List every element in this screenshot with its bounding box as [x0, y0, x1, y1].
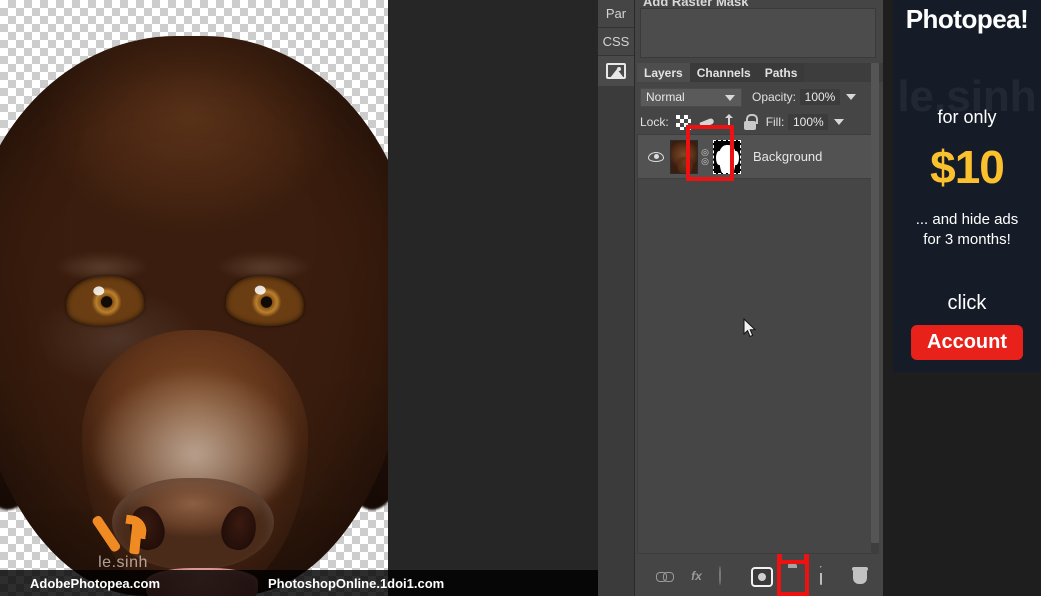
account-button[interactable]: Account [911, 325, 1023, 360]
adjustment-layer-button[interactable] [719, 565, 738, 586]
tab-channels[interactable]: Channels [689, 63, 758, 82]
add-mask-button[interactable] [751, 566, 775, 587]
chevron-down-icon [725, 94, 735, 101]
right-dock: Add Raster Mask Layers Channels Paths No… [635, 0, 883, 596]
ad-subtext-line2: for 3 months! [923, 231, 1011, 248]
table-row[interactable]: ◎ ◎ Background [638, 135, 875, 179]
blend-opacity-row: Normal Opacity: 100% [637, 86, 883, 108]
delete-layer-button[interactable] [852, 567, 871, 586]
blend-mode-value: Normal [646, 90, 685, 104]
logo-hook-shape [123, 514, 149, 540]
lock-label: Lock: [640, 115, 669, 129]
sidebar-tab-par-label: Par [605, 6, 627, 21]
dog-brow-left [54, 252, 150, 278]
fill-input[interactable]: 100% [788, 114, 829, 130]
half-circle-icon [719, 565, 721, 585]
annotation-line-right [804, 554, 809, 564]
annotation-line-left [777, 554, 782, 564]
dog-brow-right [216, 252, 312, 278]
new-layer-icon [820, 565, 822, 585]
lock-all-icon[interactable] [743, 114, 758, 130]
ad-title: Photopea! [905, 4, 1029, 34]
link-layers-button[interactable] [655, 567, 674, 586]
link-icon [655, 572, 674, 582]
tab-layers-label: Layers [644, 65, 683, 80]
layer-name[interactable]: Background [753, 149, 822, 164]
opacity-input[interactable]: 100% [800, 89, 841, 105]
advertisement-panel[interactable]: le.sinh Photopea! for only $10 ... and h… [893, 0, 1041, 372]
sidebar-tab-image[interactable] [598, 56, 634, 86]
mask-icon [751, 566, 773, 587]
dock-scrollbar[interactable] [871, 63, 879, 554]
layer-styles-button[interactable]: fx [687, 567, 706, 586]
annotation-box-mask-thumbnail [686, 125, 734, 181]
dog-photo-layer [0, 0, 388, 596]
mask-dot [758, 572, 766, 581]
lock-row: Lock: Fill: 100% [637, 111, 883, 133]
photopea-window: le.sinh AdobePhotopea.com PhotoshopOnlin… [0, 0, 1041, 596]
sidebar-tab-css-label: CSS [602, 34, 630, 49]
watermark-bar: AdobePhotopea.com PhotoshopOnline.1doi1.… [0, 570, 598, 596]
fill-label: Fill: [765, 115, 785, 129]
opacity-chevron-down-icon[interactable] [846, 94, 857, 100]
fx-icon: fx [691, 569, 702, 583]
logo-v-mark [89, 514, 157, 552]
watermark-right: PhotoshopOnline.1doi1.com [268, 575, 445, 591]
ad-subtext-line1: ... and hide ads [915, 211, 1019, 228]
document-transparency-checkerboard[interactable]: le.sinh [0, 0, 388, 596]
layers-list[interactable]: ◎ ◎ Background [637, 134, 876, 554]
image-icon [606, 63, 626, 79]
dock-scrollbar-thumb[interactable] [871, 63, 879, 543]
top-panel-body[interactable] [640, 8, 876, 58]
annotation-box-add-mask-button [777, 560, 809, 596]
watermark-left: AdobePhotopea.com [30, 575, 161, 591]
blend-mode-select[interactable]: Normal [640, 87, 742, 107]
ad-subtext: ... and hide ads for 3 months! [893, 210, 1041, 250]
canvas-area[interactable]: le.sinh AdobePhotopea.com PhotoshopOnlin… [0, 0, 598, 596]
new-layer-button[interactable] [820, 565, 839, 586]
sidebar-tab-css[interactable]: CSS [598, 28, 634, 56]
ad-for-only: for only [937, 107, 997, 127]
ad-price: $10 [930, 141, 1005, 193]
eye-icon [648, 151, 664, 162]
fill-chevron-down-icon[interactable] [834, 119, 845, 125]
ad-click-label: click [947, 292, 987, 314]
panel-tab-bar: Layers Channels Paths [637, 63, 883, 82]
tab-layers[interactable]: Layers [637, 63, 690, 82]
sidebar-tab-par[interactable]: Par [598, 0, 634, 28]
ad-ghost-watermark: le.sinh [897, 72, 1037, 121]
layer-visibility-toggle[interactable] [645, 151, 667, 162]
opacity-label: Opacity: [752, 90, 797, 104]
side-tab-strip: Par CSS [598, 0, 635, 596]
layers-bottom-toolbar: fx [635, 556, 883, 596]
tab-channels-label: Channels [696, 65, 751, 80]
tab-paths-label: Paths [764, 65, 798, 80]
tab-paths[interactable]: Paths [757, 63, 805, 82]
